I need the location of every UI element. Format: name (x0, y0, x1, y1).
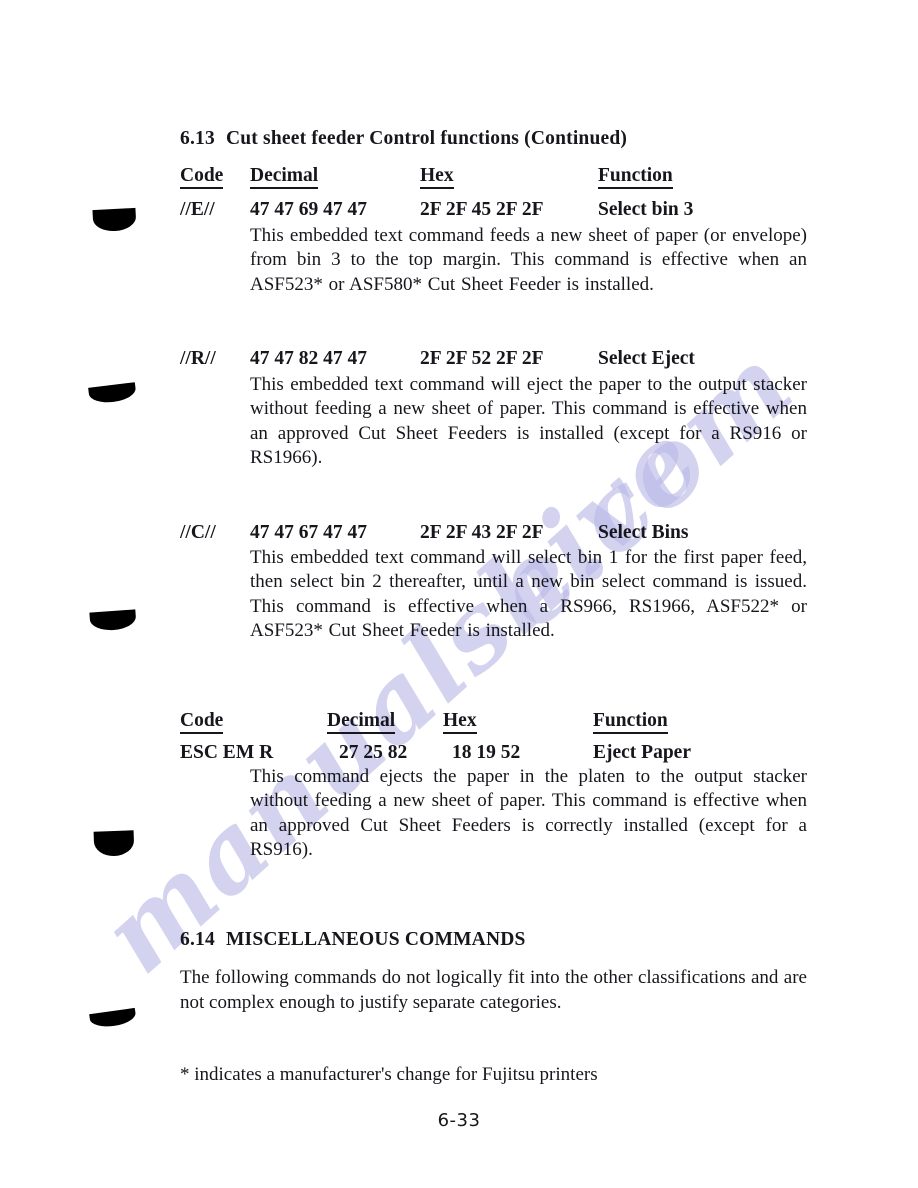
command-description-eject-paper: This command ejects the paper in the pla… (250, 766, 807, 860)
command-code: ESC EM R (180, 742, 274, 763)
command-decimal: 47 47 82 47 47 (250, 348, 367, 369)
command-function: Select bin 3 (598, 199, 694, 220)
column-header-function: Function (593, 710, 668, 734)
column-header-function: Function (598, 165, 673, 189)
command-code: //C// (180, 522, 216, 543)
section-title-6-13: Cut sheet feeder Control functions (Cont… (225, 128, 628, 149)
section-body-6-14: The following commands do not logically … (180, 967, 807, 1013)
command-hex: 2F 2F 52 2F 2F (420, 348, 544, 369)
column-header-hex: Hex (420, 165, 454, 189)
command-code: //R// (180, 348, 216, 369)
column-header-code: Code (180, 165, 224, 189)
command-function: Select Eject (598, 348, 695, 369)
command-code: //E// (180, 199, 215, 220)
page-content: 6.13 Cut sheet feeder Control functions (… (0, 0, 918, 1188)
command-function: Eject Paper (593, 742, 691, 763)
section-heading-6-14: 6.14 MISCELLANEOUS COMMANDS (180, 929, 526, 951)
command-function: Select Bins (598, 522, 689, 543)
command-decimal: 27 25 82 (339, 742, 408, 763)
command-hex: 18 19 52 (452, 742, 521, 763)
command-hex: 2F 2F 45 2F 2F (420, 199, 544, 220)
command-row-eject-paper: ESC EM R 27 25 82 18 19 52 Eject Paper (0, 741, 918, 767)
column-header-hex: Hex (443, 710, 477, 734)
command-row-select-bins: //C// 47 47 67 47 47 2F 2F 43 2F 2F Sele… (0, 521, 918, 547)
table-header-row-1: Code Decimal Hex Function (0, 165, 918, 191)
command-decimal: 47 47 69 47 47 (250, 199, 367, 220)
section-heading-6-13: 6.13 Cut sheet feeder Control functions (… (180, 128, 627, 150)
column-header-decimal: Decimal (327, 710, 396, 734)
scanned-manual-page: manualshive e.com 6.13 Cut sheet feeder C… (0, 0, 918, 1188)
command-description-select-eject: This embedded text command will eject th… (250, 374, 807, 468)
section-number-6-13: 6.13 (180, 128, 215, 149)
column-header-code: Code (180, 710, 224, 734)
footnote-asterisk-note: * indicates a manufacturer's change for … (180, 1064, 598, 1085)
section-title-6-14: MISCELLANEOUS COMMANDS (225, 929, 526, 950)
command-decimal: 47 47 67 47 47 (250, 522, 367, 543)
column-header-decimal: Decimal (250, 165, 319, 189)
table-header-row-2: Code Decimal Hex Function (0, 710, 918, 736)
command-row-select-bin-3: //E// 47 47 69 47 47 2F 2F 45 2F 2F Sele… (0, 198, 918, 224)
page-number: 6-33 (437, 1110, 481, 1131)
command-description-select-bin-3: This embedded text command feeds a new s… (250, 225, 807, 295)
command-row-select-eject: //R// 47 47 82 47 47 2F 2F 52 2F 2F Sele… (0, 347, 918, 373)
command-description-select-bins: This embedded text command will select b… (250, 547, 807, 641)
command-hex: 2F 2F 43 2F 2F (420, 522, 544, 543)
section-number-6-14: 6.14 (180, 929, 215, 950)
